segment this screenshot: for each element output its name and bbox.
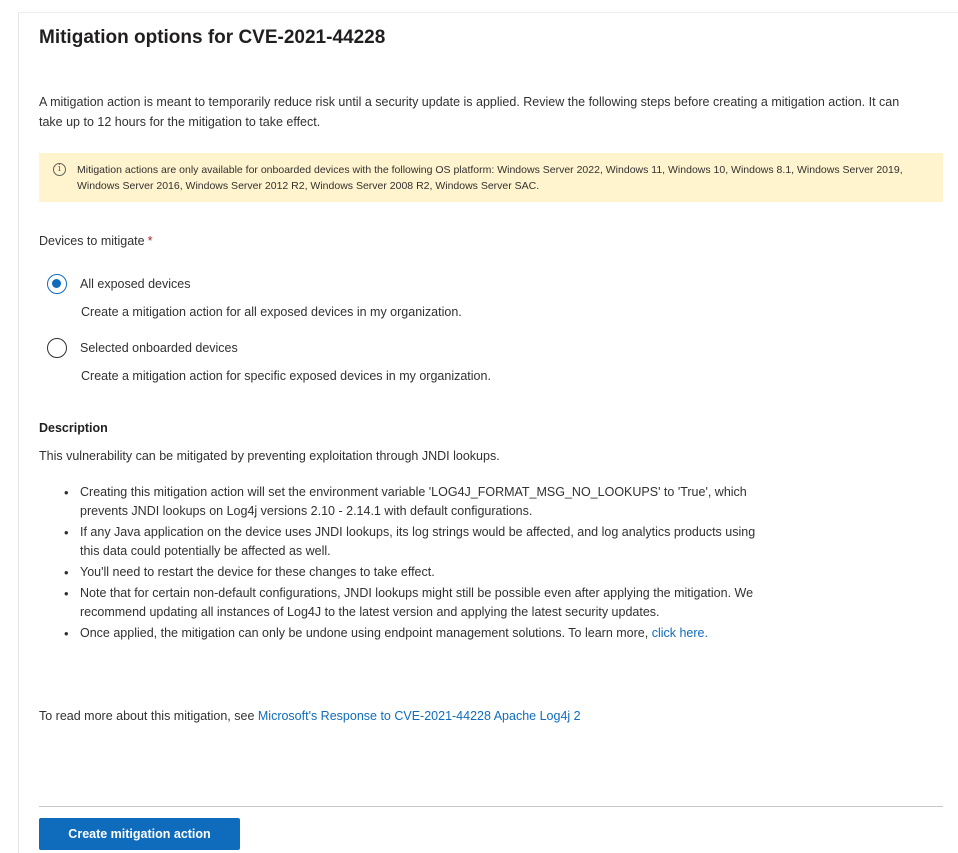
info-icon: i bbox=[53, 163, 66, 176]
page-title: Mitigation options for CVE-2021-44228 bbox=[39, 27, 386, 48]
warning-text: Mitigation actions are only available fo… bbox=[77, 164, 903, 192]
mitigation-panel bbox=[18, 12, 958, 853]
click-here-link[interactable]: click here. bbox=[652, 626, 708, 640]
description-lead: This vulnerability can be mitigated by p… bbox=[39, 449, 500, 463]
description-bullet-list: Creating this mitigation action will set… bbox=[62, 483, 762, 645]
list-item: Note that for certain non-default config… bbox=[62, 584, 762, 622]
create-mitigation-action-button[interactable]: Create mitigation action bbox=[39, 818, 240, 850]
devices-to-mitigate-label: Devices to mitigate * bbox=[39, 234, 152, 248]
radio-help-text: Create a mitigation action for specific … bbox=[81, 369, 491, 383]
radio-selected-onboarded-devices[interactable]: Selected onboarded devices bbox=[47, 338, 238, 358]
radio-button-selected[interactable] bbox=[47, 274, 67, 294]
required-indicator: * bbox=[147, 234, 153, 248]
platform-warning-banner: i Mitigation actions are only available … bbox=[39, 153, 943, 202]
radio-label[interactable]: All exposed devices bbox=[80, 277, 190, 291]
list-item: You'll need to restart the device for th… bbox=[62, 563, 762, 582]
read-more-line: To read more about this mitigation, see … bbox=[39, 709, 581, 723]
list-item: Once applied, the mitigation can only be… bbox=[62, 624, 762, 643]
microsoft-response-link[interactable]: Microsoft's Response to CVE-2021-44228 A… bbox=[258, 709, 581, 723]
footer-divider bbox=[39, 806, 943, 807]
list-item: If any Java application on the device us… bbox=[62, 523, 762, 561]
list-item-text: Once applied, the mitigation can only be… bbox=[80, 626, 649, 640]
radio-button[interactable] bbox=[47, 338, 67, 358]
devices-label-text: Devices to mitigate bbox=[39, 234, 145, 248]
read-more-text: To read more about this mitigation, see bbox=[39, 709, 258, 723]
radio-label[interactable]: Selected onboarded devices bbox=[80, 341, 238, 355]
list-item: Creating this mitigation action will set… bbox=[62, 483, 762, 521]
intro-text: A mitigation action is meant to temporar… bbox=[39, 95, 900, 129]
description-heading: Description bbox=[39, 421, 108, 435]
radio-help-text: Create a mitigation action for all expos… bbox=[81, 305, 462, 319]
radio-all-exposed-devices[interactable]: All exposed devices bbox=[47, 274, 190, 294]
